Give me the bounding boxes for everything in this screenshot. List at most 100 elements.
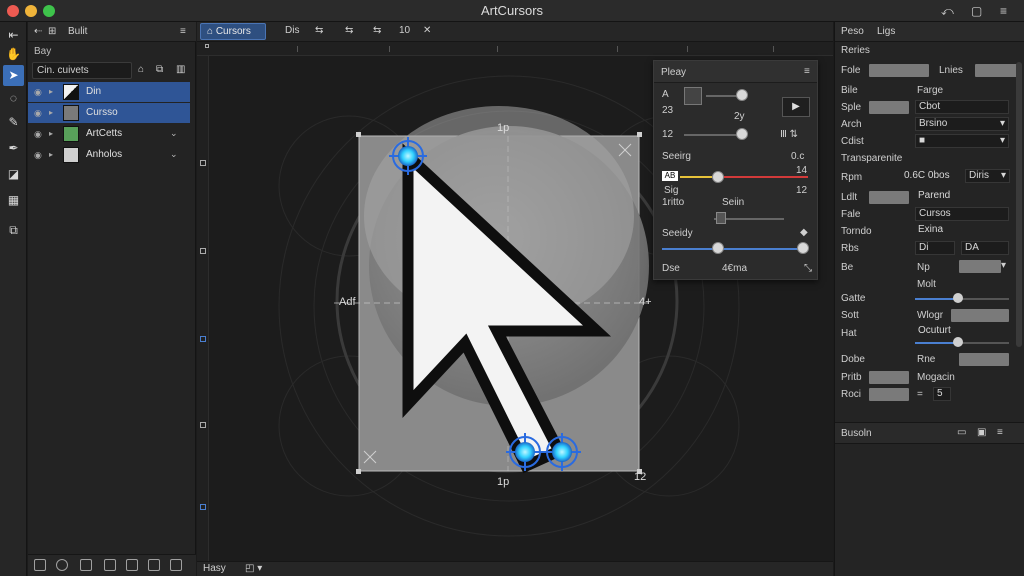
lock-icon[interactable]: ▸ xyxy=(49,150,53,159)
new-layer-icon[interactable] xyxy=(34,559,46,571)
blue-slider-knob-1[interactable] xyxy=(712,242,724,254)
layer-search-input[interactable]: Cin. cuivets xyxy=(32,62,132,79)
prop-swatch-np[interactable] xyxy=(959,260,1001,273)
chevron-down-icon[interactable]: ▾ xyxy=(1001,260,1006,271)
prop-field-ldlt[interactable]: Parend xyxy=(915,190,1009,204)
slider-knob-a[interactable] xyxy=(736,89,748,101)
duplicate-icon[interactable] xyxy=(126,559,138,571)
gatte-slider-track[interactable] xyxy=(915,298,955,300)
properties-scrollbar[interactable] xyxy=(1016,62,1022,347)
layers-tool-icon[interactable]: ▦ xyxy=(3,190,24,211)
undo-icon[interactable]: ⤺ xyxy=(941,4,954,19)
layer-row-din[interactable]: ◉ ▸ Din xyxy=(28,82,190,102)
prop-field-rbs-a[interactable]: Di xyxy=(915,241,955,255)
prop-swatch-wlogr[interactable] xyxy=(951,309,1009,322)
prop-select-arch[interactable]: Brsino ▾ xyxy=(915,117,1009,131)
tab-layers[interactable]: Bulit xyxy=(68,26,87,37)
floating-menu-icon[interactable]: ≡ xyxy=(804,66,810,77)
save-icon[interactable]: ▣ xyxy=(977,427,986,438)
prop-right-label-farge: Farge xyxy=(917,85,944,96)
effects-icon[interactable] xyxy=(80,559,92,571)
document-tab[interactable]: ⌂ Cursors xyxy=(200,23,266,40)
prop-field-sple[interactable]: Cbot xyxy=(915,100,1009,114)
prop-field-torndo[interactable]: Exina xyxy=(915,224,1009,238)
menu-icon[interactable]: ≡ xyxy=(1000,4,1007,18)
play-button[interactable]: ▶ xyxy=(782,97,810,117)
pen-tool-icon[interactable]: ✒ xyxy=(3,138,24,159)
hat-slider-track[interactable] xyxy=(915,342,955,344)
prop-swatch-roci[interactable] xyxy=(869,388,909,401)
bars-icon[interactable]: Ⅲ ⇅ xyxy=(780,129,798,140)
delete-icon[interactable]: ▥ xyxy=(176,64,185,75)
prop-swatch-ldlt[interactable] xyxy=(869,191,909,204)
color-slider-knob[interactable] xyxy=(712,171,724,183)
prop-select-cdist[interactable]: ■ ▾ xyxy=(915,134,1009,148)
prop-select-rpm[interactable]: Diris ▾ xyxy=(965,169,1010,183)
visibility-eye-icon[interactable]: ◉ xyxy=(34,129,42,140)
settings-icon[interactable] xyxy=(148,559,160,571)
chevron-down-icon[interactable]: ⌄ xyxy=(170,128,178,139)
slider-track-c[interactable] xyxy=(684,134,739,136)
crop-tool-icon[interactable]: ⧉ xyxy=(3,220,24,241)
panel-back-icon[interactable]: ⇠ xyxy=(34,26,42,37)
chevron-down-icon[interactable]: ⌄ xyxy=(170,149,178,160)
select-tool-icon[interactable]: ➤ xyxy=(3,65,24,86)
prop-select-arch-value: Brsino xyxy=(919,118,948,129)
visibility-eye-icon[interactable]: ◉ xyxy=(34,150,42,161)
fill-tool-icon[interactable]: ◪ xyxy=(3,164,24,185)
tab-ligs[interactable]: Ligs xyxy=(877,26,895,37)
prop-swatch-rne[interactable] xyxy=(959,353,1009,366)
copy-icon[interactable]: ⧉ xyxy=(156,64,163,75)
transform-icon[interactable]: ⇆ xyxy=(315,25,323,36)
blue-slider-knob-2[interactable] xyxy=(797,242,809,254)
red-slider-track[interactable] xyxy=(718,176,808,178)
trash-icon[interactable] xyxy=(170,559,182,571)
blue-slider-track[interactable] xyxy=(662,248,808,250)
mask-icon[interactable] xyxy=(56,559,68,571)
prop-right-label-mogacin: Mogacin xyxy=(917,372,955,383)
prop-swatch-fole[interactable] xyxy=(869,64,929,77)
tab-peso[interactable]: Peso xyxy=(841,26,864,37)
diamond-icon[interactable]: ◆ xyxy=(800,227,808,238)
prop-swatch-pritb[interactable] xyxy=(869,371,909,384)
slider-knob-c[interactable] xyxy=(736,128,748,140)
prop-field-hat[interactable]: Ocuturt xyxy=(915,325,1009,339)
prop-swatch-sple[interactable] xyxy=(869,101,909,114)
gatte-slider-knob[interactable] xyxy=(953,293,963,303)
prop-field-fale[interactable]: Cursos xyxy=(915,207,1009,221)
panel-menu-icon[interactable]: ≡ xyxy=(180,26,186,37)
lock-icon[interactable]: ▸ xyxy=(49,108,53,117)
ab-toggle[interactable]: AB xyxy=(662,171,678,181)
align-icon[interactable]: ⇆ xyxy=(345,25,353,36)
visibility-eye-icon[interactable]: ◉ xyxy=(34,87,42,98)
distribute-icon[interactable]: ⇆ xyxy=(373,25,381,36)
slider-thumb-e[interactable] xyxy=(716,212,726,224)
window-icon[interactable]: ▢ xyxy=(971,4,982,18)
hand-tool-icon[interactable]: ✋ xyxy=(3,44,24,65)
toolbar-item-10[interactable]: 10 xyxy=(399,25,410,36)
swatch-button[interactable] xyxy=(684,87,702,105)
layer-row-artcetts[interactable]: ◉ ▸ ArtCetts ⌄ xyxy=(28,124,190,144)
prop-field-rpm[interactable]: 0.6C 0bos xyxy=(901,170,961,184)
lock-icon[interactable]: ▸ xyxy=(49,87,53,96)
close-icon[interactable]: ✕ xyxy=(423,25,431,36)
status-zoom-icon[interactable]: ◰ ▾ xyxy=(245,563,262,574)
brush-tool-icon[interactable]: ✎ xyxy=(3,112,24,133)
panel-menu-icon[interactable]: ≡ xyxy=(997,427,1003,438)
toolbar-item-dis[interactable]: Dis xyxy=(285,25,299,36)
prop-swatch-lnies[interactable] xyxy=(975,64,1017,77)
folder-icon[interactable]: ⌂ xyxy=(138,64,144,75)
resize-icon[interactable]: ⤡ xyxy=(804,263,812,274)
grid-icon[interactable]: ⊞ xyxy=(48,26,56,37)
prop-field-rbs-b[interactable]: DA xyxy=(961,241,1009,255)
folder-icon[interactable]: ▭ xyxy=(957,427,966,438)
group-icon[interactable] xyxy=(104,559,116,571)
layer-row-anholos[interactable]: ◉ ▸ Anholos ⌄ xyxy=(28,145,190,165)
lasso-tool-icon[interactable]: ◌ xyxy=(3,88,24,109)
collapse-icon[interactable]: ⇤ xyxy=(3,25,24,46)
layer-row-cursso[interactable]: ◉ ▸ Cursso xyxy=(28,103,190,123)
lock-icon[interactable]: ▸ xyxy=(49,129,53,138)
visibility-eye-icon[interactable]: ◉ xyxy=(34,108,42,119)
prop-field-roci[interactable]: 5 xyxy=(933,387,951,401)
hat-slider-knob[interactable] xyxy=(953,337,963,347)
